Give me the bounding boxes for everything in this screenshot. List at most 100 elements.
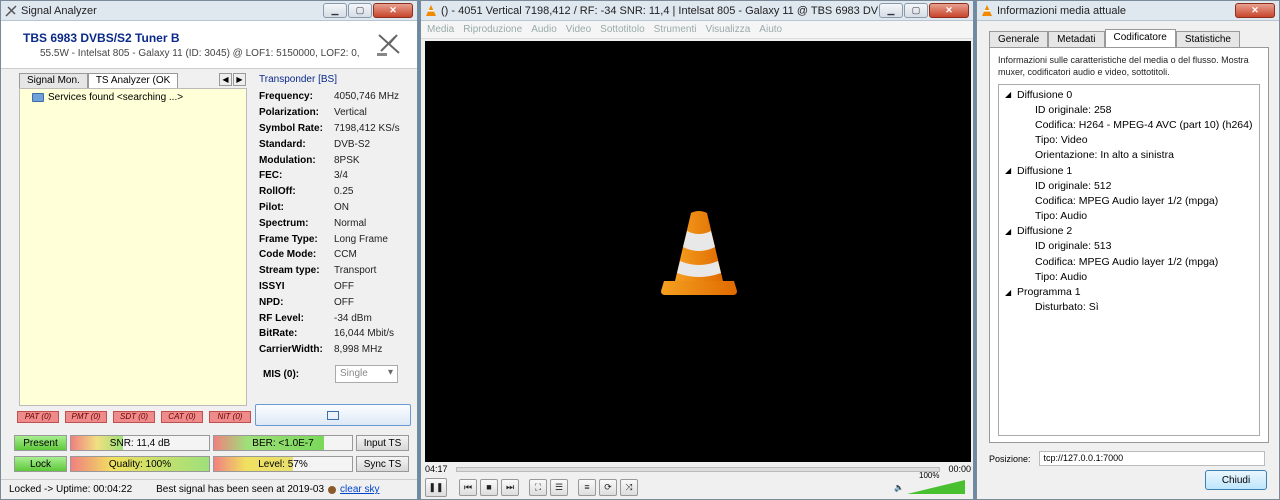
signal-analyzer-window: Signal Analyzer ▁ ▢ ✕ TBS 6983 DVBS/S2 T… [0, 0, 418, 500]
volume-control[interactable]: 🔈 100% [894, 471, 965, 494]
menu-sottotitolo[interactable]: Sottotitolo [600, 24, 644, 35]
tab-scroll-right-icon[interactable]: ▶ [233, 73, 246, 86]
menu-visualizza[interactable]: Visualizza [705, 24, 750, 35]
tab-signal-mon[interactable]: Signal Mon. [19, 73, 88, 88]
satellite-info: 55.5W - Intelsat 805 - Galaxy 11 (ID: 30… [40, 48, 363, 59]
previous-button[interactable]: ⏮ [459, 478, 477, 496]
fullscreen-button[interactable]: ⛶ [529, 478, 547, 496]
position-field[interactable]: tcp://127.0.0.1:7000 [1038, 451, 1265, 466]
loop-button[interactable]: ⟳ [599, 478, 617, 496]
sdt-indicator: SDT (0) [113, 411, 155, 423]
tab-codificatore[interactable]: Codificatore [1104, 29, 1176, 47]
param-row: RollOff: 0.25 [259, 184, 409, 200]
stop-button[interactable]: ■ [480, 478, 498, 496]
close-button[interactable]: ✕ [373, 3, 413, 18]
tree-item: ID originale: 258 [1035, 103, 1112, 116]
menu-media[interactable]: Media [427, 24, 454, 35]
close-dialog-button[interactable]: Chiudi [1205, 470, 1267, 490]
param-key: Standard: [259, 138, 306, 150]
toggle-view-button[interactable] [255, 404, 411, 426]
param-key: RollOff: [259, 186, 296, 198]
tree-item: Tipo: Video [1035, 134, 1088, 147]
minimize-button[interactable]: ▁ [323, 3, 347, 18]
tab-ts-analyzer[interactable]: TS Analyzer (OK [87, 73, 179, 88]
param-key: Modulation: [259, 154, 316, 166]
tree-group[interactable]: ◢ Diffusione 0 [1005, 87, 1259, 102]
tree-group-label: Diffusione 2 [1017, 225, 1073, 238]
tree-group-label: Diffusione 0 [1017, 88, 1073, 101]
param-row: ISSYI OFF [259, 279, 409, 295]
input-ts-indicator: Input TS [356, 435, 409, 451]
volume-label: 100% [919, 471, 940, 480]
menu-audio[interactable]: Audio [531, 24, 557, 35]
clear-sky-link[interactable]: clear sky [340, 484, 379, 495]
services-found-label: Services found <searching ...> [48, 92, 184, 103]
minimize-button[interactable]: ▁ [879, 3, 903, 18]
remaining-time: 00:00 [948, 464, 971, 474]
signal-analyzer-titlebar[interactable]: Signal Analyzer ▁ ▢ ✕ [1, 1, 417, 21]
param-value: 8,998 MHz [334, 344, 383, 356]
tree-item: Tipo: Audio [1035, 210, 1088, 223]
close-button[interactable]: ✕ [929, 3, 969, 18]
extended-settings-button[interactable]: ☰ [550, 478, 568, 496]
pause-button[interactable]: ❚❚ [425, 477, 447, 497]
window-icon [327, 410, 339, 420]
param-row: CarrierWidth: 8,998 MHz [259, 342, 409, 358]
services-tree[interactable]: Services found <searching ...> [19, 88, 247, 406]
menu-riproduzione[interactable]: Riproduzione [463, 24, 522, 35]
menu-aiuto[interactable]: Aiuto [759, 24, 782, 35]
param-value: OFF [334, 280, 354, 292]
tree-group[interactable]: ◢ Programma 1 [1005, 284, 1259, 299]
vlc-titlebar[interactable]: () - 4051 Vertical 7198,412 / RF: -34 SN… [421, 1, 973, 21]
tree-item: ID originale: 513 [1035, 240, 1112, 253]
transponder-panel: Transponder [BS] Frequency: 4050,746 MHz P… [259, 74, 409, 358]
mis-select[interactable]: Single [335, 365, 398, 383]
tab-metadati[interactable]: Metadati [1048, 31, 1105, 47]
expand-arrow-icon[interactable]: ◢ [1005, 227, 1017, 236]
param-key: NPD: [259, 296, 284, 308]
next-button[interactable]: ⏭ [501, 478, 519, 496]
param-value: 8PSK [334, 154, 360, 166]
tree-group-label: Programma 1 [1017, 286, 1081, 299]
volume-slider[interactable] [907, 480, 965, 494]
menu-strumenti[interactable]: Strumenti [654, 24, 697, 35]
elapsed-time: 04:17 [425, 464, 448, 474]
cat-indicator: CAT (0) [161, 411, 203, 423]
menu-video[interactable]: Video [566, 24, 591, 35]
param-value: Vertical [334, 107, 367, 119]
param-value: -34 dBm [334, 312, 372, 324]
ber-meter: BER: <1.0E-7 [213, 435, 353, 451]
expand-arrow-icon[interactable]: ◢ [1005, 166, 1017, 175]
param-key: Symbol Rate: [259, 122, 323, 134]
seek-bar[interactable] [455, 466, 941, 472]
tab-generale[interactable]: Generale [989, 31, 1049, 47]
transponder-header: Transponder [BS] [259, 74, 338, 85]
param-key: Frequency: [259, 91, 313, 103]
tree-item: Codifica: MPEG Audio layer 1/2 (mpga) [1035, 255, 1219, 268]
maximize-button[interactable]: ▢ [904, 3, 928, 18]
folder-icon [32, 93, 44, 102]
codec-tree[interactable]: ◢ Diffusione 0 ID originale: 258 Codifica: … [998, 84, 1260, 436]
tree-group[interactable]: ◢ Diffusione 1 [1005, 163, 1259, 178]
best-signal-status: Best signal has been seen at 2019-03 [156, 484, 325, 495]
param-row: BitRate: 16,044 Mbit/s [259, 326, 409, 342]
vlc-cone-icon [426, 4, 436, 16]
shuffle-button[interactable]: ⤨ [620, 478, 638, 496]
param-value: 4050,746 MHz [334, 91, 400, 103]
video-area[interactable] [425, 41, 971, 462]
expand-arrow-icon[interactable]: ◢ [1005, 90, 1017, 99]
tab-statistiche[interactable]: Statistiche [1175, 31, 1240, 47]
tree-item: Codifica: MPEG Audio layer 1/2 (mpga) [1035, 194, 1219, 207]
speaker-icon: 🔈 [894, 482, 904, 492]
media-info-titlebar[interactable]: Informazioni media attuale ✕ [977, 1, 1279, 21]
close-button[interactable]: ✕ [1235, 3, 1275, 18]
tree-group[interactable]: ◢ Diffusione 2 [1005, 224, 1259, 239]
level-label: Level: 57% [258, 458, 308, 470]
param-row: Spectrum: Normal [259, 215, 409, 231]
maximize-button[interactable]: ▢ [348, 3, 372, 18]
tree-group-label: Diffusione 1 [1017, 164, 1073, 177]
param-key: BitRate: [259, 328, 298, 340]
playlist-button[interactable]: ≡ [578, 478, 596, 496]
expand-arrow-icon[interactable]: ◢ [1005, 288, 1017, 297]
tab-scroll-left-icon[interactable]: ◀ [219, 73, 232, 86]
